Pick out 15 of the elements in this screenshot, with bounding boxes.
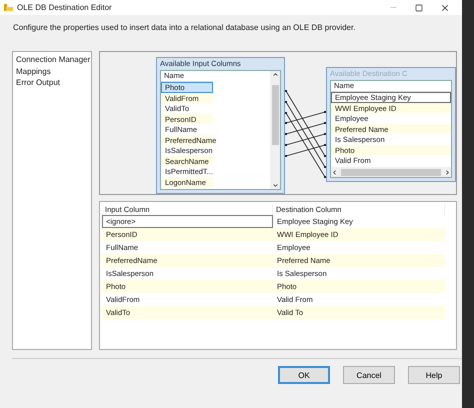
dialog-button[interactable]: Cancel [343,366,395,384]
scroll-up-icon[interactable] [272,71,278,78]
scroll-left-icon[interactable] [331,168,338,176]
scroll-down-icon[interactable] [272,182,278,189]
nav-item[interactable]: Mappings [16,66,88,77]
scroll-right-icon[interactable] [444,168,451,176]
horizontal-scrollbar[interactable] [331,167,451,177]
dialog-button[interactable]: Help [408,366,460,384]
nav-item[interactable]: Error Output [16,77,88,88]
nav-item[interactable]: Connection Manager [16,54,88,66]
vertical-scrollbar[interactable] [270,71,280,189]
folder-icon [4,3,13,12]
description-text: Configure the properties used to insert data into a relational database using an OLE DB provider. [13,23,356,32]
window-title: OLE DB Destination Editor [17,3,113,12]
dialog-button[interactable]: OK [278,366,330,384]
